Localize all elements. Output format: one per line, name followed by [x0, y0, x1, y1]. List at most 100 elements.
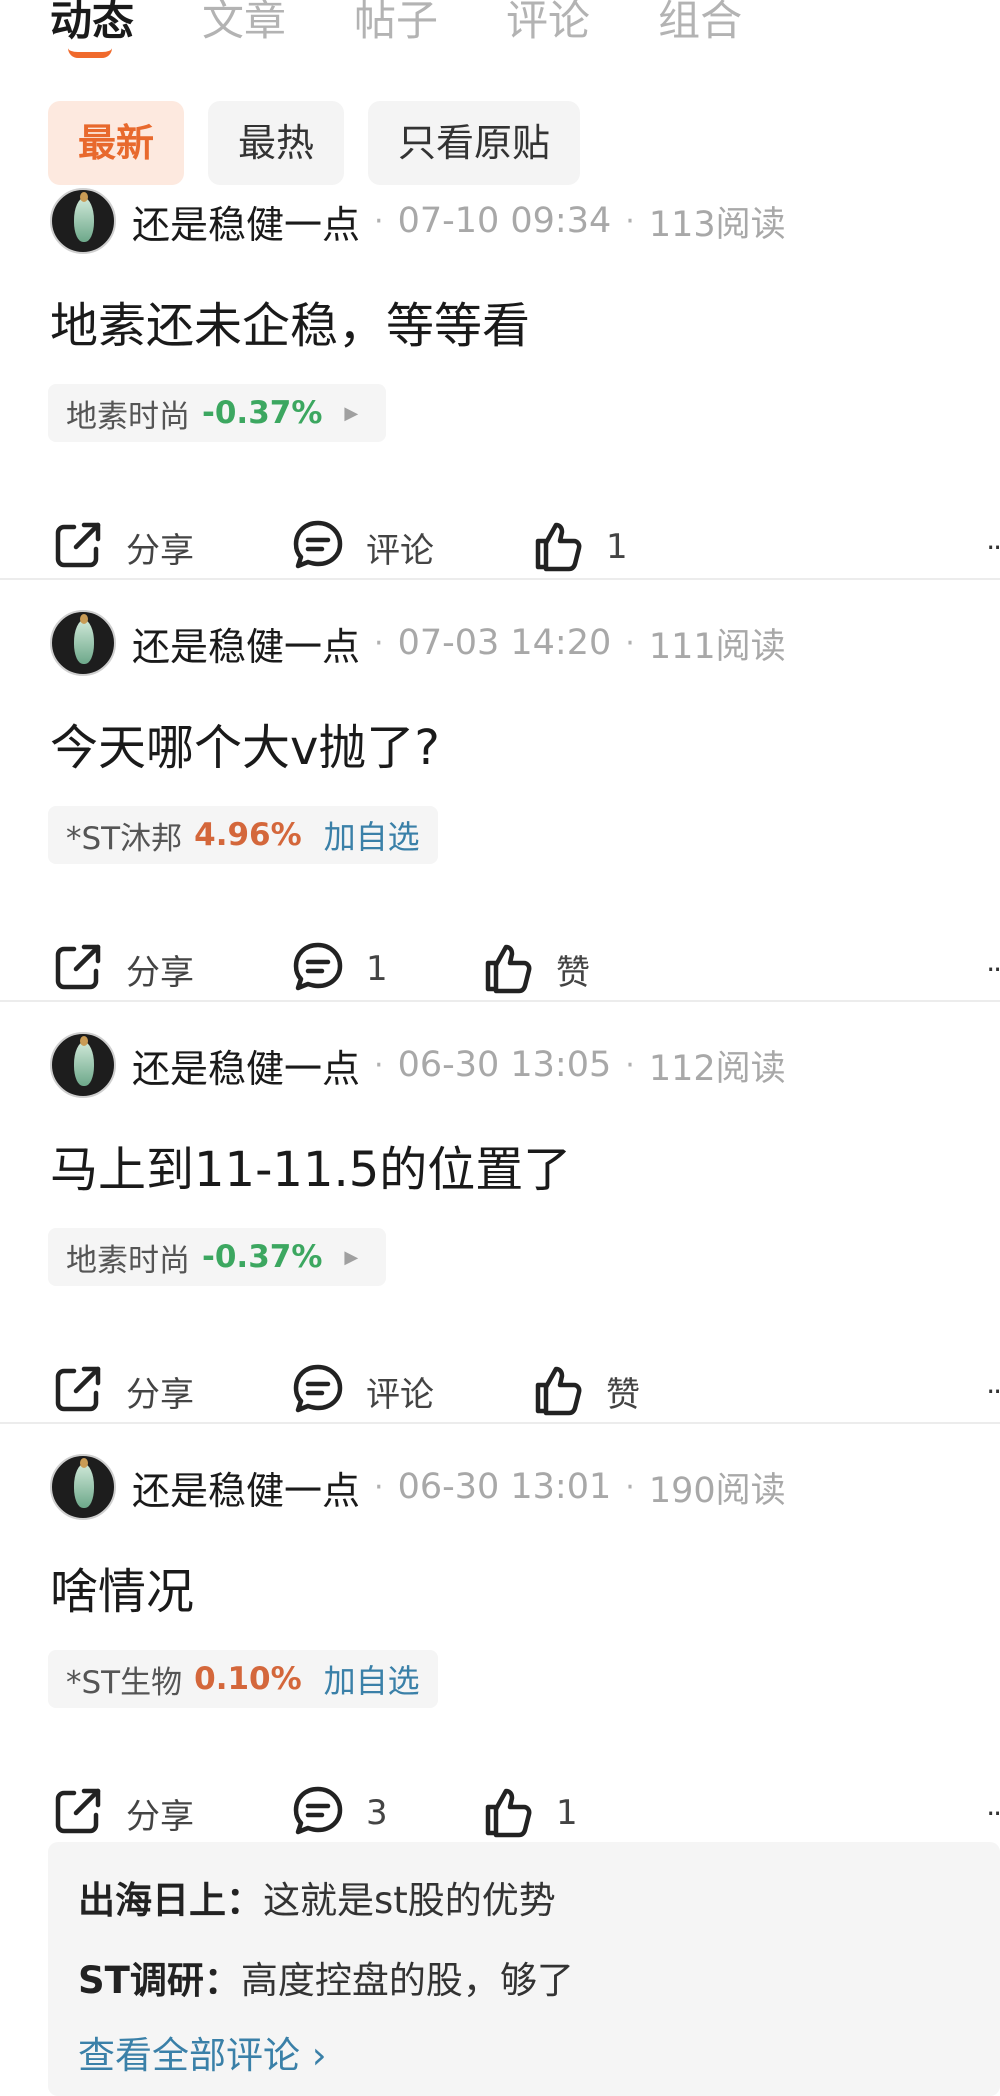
- like-button[interactable]: 赞: [480, 934, 590, 1004]
- separator-dot: ·: [625, 625, 635, 661]
- post-header: 还是稳健一点 · 06-30 13:05 · 112阅读: [50, 1030, 786, 1100]
- share-button[interactable]: 分享: [50, 1356, 194, 1426]
- tab-articles[interactable]: 文章: [202, 0, 286, 56]
- separator-dot: ·: [625, 1469, 635, 1505]
- like-label: 1: [606, 527, 628, 567]
- comment-button[interactable]: 3: [290, 1778, 388, 1848]
- comment-item[interactable]: 出海日上：这就是st股的优势: [78, 1862, 970, 1940]
- more-icon[interactable]: ··: [986, 1778, 1000, 1848]
- post-actions: 分享 评论 1 ··: [50, 512, 1000, 582]
- post-time: 07-03 14:20: [397, 623, 612, 663]
- caret-right-icon: ▶: [344, 402, 359, 424]
- comment-icon: [290, 517, 366, 577]
- tab-bar: 动态 文章 帖子 评论 组合: [50, 0, 810, 58]
- comment-button[interactable]: 评论: [290, 1356, 434, 1426]
- comment-preview: 出海日上：这就是st股的优势 ST调研：高度控盘的股，够了 查看全部评论 ›: [48, 1842, 1000, 2096]
- comment-button[interactable]: 评论: [290, 512, 434, 582]
- tab-posts[interactable]: 帖子: [354, 0, 438, 56]
- view-all-comments-link[interactable]: 查看全部评论 ›: [78, 2020, 970, 2092]
- comment-button[interactable]: 1: [290, 934, 388, 1004]
- post-divider: [0, 578, 1000, 580]
- stock-tag[interactable]: 地素时尚 -0.37% ▶: [48, 1228, 387, 1286]
- post-header: 还是稳健一点 · 07-10 09:34 · 113阅读: [50, 186, 786, 256]
- share-icon: [50, 1361, 126, 1421]
- comment-item[interactable]: ST调研：高度控盘的股，够了: [78, 1942, 970, 2020]
- add-to-watchlist-button[interactable]: 加自选: [324, 1656, 420, 1702]
- post-time: 06-30 13:01: [397, 1467, 612, 1507]
- share-icon: [50, 517, 126, 577]
- share-label: 分享: [126, 530, 194, 571]
- post-actions: 分享 3 1 ··: [50, 1778, 1000, 1848]
- separator-dot: ·: [374, 1047, 384, 1083]
- tab-portfolio[interactable]: 组合: [658, 0, 742, 56]
- author-name[interactable]: 还是稳健一点: [132, 194, 360, 249]
- stock-tag[interactable]: *ST沐邦 4.96% 加自选: [48, 806, 438, 864]
- post-divider: [0, 1000, 1000, 1002]
- post-actions: 分享 1 赞 ··: [50, 934, 1000, 1004]
- like-label: 赞: [606, 1374, 640, 1415]
- filter-latest[interactable]: 最新: [48, 101, 185, 185]
- more-icon[interactable]: ··: [986, 934, 1000, 1004]
- post-content[interactable]: 今天哪个大v抛了?: [50, 708, 440, 778]
- share-label: 分享: [126, 1374, 194, 1415]
- like-button[interactable]: 1: [530, 512, 628, 582]
- comment-author[interactable]: ST调研：: [78, 1959, 241, 2002]
- avatar[interactable]: [50, 610, 116, 676]
- avatar[interactable]: [50, 1032, 116, 1098]
- post-actions: 分享 评论 赞 ··: [50, 1356, 1000, 1426]
- thumbs-up-icon: [530, 517, 606, 577]
- caret-right-icon: ▶: [344, 1246, 359, 1268]
- stock-name: *ST沐邦: [66, 820, 183, 857]
- post-header: 还是稳健一点 · 07-03 14:20 · 111阅读: [50, 608, 786, 678]
- author-name[interactable]: 还是稳健一点: [132, 1038, 360, 1093]
- post-divider: [0, 1422, 1000, 1424]
- read-count: 113阅读: [648, 204, 786, 245]
- stock-tag[interactable]: 地素时尚 -0.37% ▶: [48, 384, 387, 442]
- stock-change: -0.37%: [202, 395, 323, 431]
- filter-bar: 最新 最热 只看原贴: [48, 101, 604, 185]
- read-count: 111阅读: [648, 626, 786, 667]
- separator-dot: ·: [374, 1469, 384, 1505]
- author-name[interactable]: 还是稳健一点: [132, 1460, 360, 1515]
- stock-tag[interactable]: *ST生物 0.10% 加自选: [48, 1650, 438, 1708]
- post-content[interactable]: 地素还未企稳，等等看: [50, 286, 530, 356]
- comment-author[interactable]: 出海日上：: [78, 1879, 263, 1922]
- share-button[interactable]: 分享: [50, 934, 194, 1004]
- separator-dot: ·: [625, 203, 635, 239]
- filter-hottest[interactable]: 最热: [208, 101, 345, 185]
- share-button[interactable]: 分享: [50, 1778, 194, 1848]
- more-icon[interactable]: ··: [986, 1356, 1000, 1426]
- stock-name: *ST生物: [66, 1664, 183, 1701]
- comment-text: 这就是st股的优势: [263, 1879, 556, 1922]
- like-button[interactable]: 赞: [530, 1356, 640, 1426]
- like-button[interactable]: 1: [480, 1778, 578, 1848]
- tab-comments[interactable]: 评论: [506, 0, 590, 56]
- comment-label: 评论: [366, 1374, 434, 1415]
- post-header: 还是稳健一点 · 06-30 13:01 · 190阅读: [50, 1452, 786, 1522]
- comment-text: 高度控盘的股，够了: [240, 1959, 574, 2002]
- like-label: 赞: [556, 952, 590, 993]
- comment-icon: [290, 1783, 366, 1843]
- avatar[interactable]: [50, 188, 116, 254]
- share-button[interactable]: 分享: [50, 512, 194, 582]
- post-content[interactable]: 马上到11-11.5的位置了: [50, 1130, 571, 1200]
- author-name[interactable]: 还是稳健一点: [132, 616, 360, 671]
- comment-label: 1: [366, 949, 388, 989]
- more-icon[interactable]: ··: [986, 512, 1000, 582]
- share-label: 分享: [126, 1796, 194, 1837]
- comment-icon: [290, 939, 366, 999]
- filter-original-only[interactable]: 只看原贴: [368, 101, 581, 185]
- read-count: 190阅读: [648, 1470, 786, 1511]
- comment-icon: [290, 1361, 366, 1421]
- thumbs-up-icon: [480, 939, 556, 999]
- separator-dot: ·: [625, 1047, 635, 1083]
- post-content[interactable]: 啥情况: [50, 1552, 194, 1622]
- stock-name: 地素时尚: [66, 398, 190, 435]
- active-tab-indicator: [68, 48, 112, 58]
- stock-change: 4.96%: [194, 817, 302, 853]
- avatar[interactable]: [50, 1454, 116, 1520]
- stock-change: 0.10%: [194, 1661, 302, 1697]
- post-time: 06-30 13:05: [397, 1045, 612, 1085]
- add-to-watchlist-button[interactable]: 加自选: [324, 812, 420, 858]
- comment-label: 3: [366, 1793, 388, 1833]
